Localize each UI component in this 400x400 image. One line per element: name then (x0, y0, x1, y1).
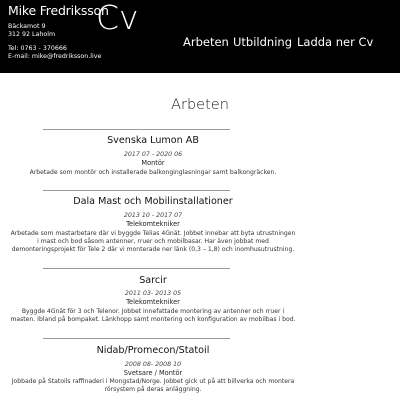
address-line-1: Bäckamot 9 (8, 23, 46, 30)
job-role: Telekomtekniker (126, 220, 180, 228)
divider (43, 129, 230, 130)
job-company: Dala Mast och Mobilinstallationer (73, 196, 233, 207)
job-dates: 2017 07 - 2020 06 (123, 151, 183, 158)
job-description: Jobbade på Statoils raffinaderi i Mongst… (11, 378, 295, 394)
owner-name: Mike Fredriksson (8, 3, 109, 18)
section-title: Arbeten (171, 97, 229, 113)
main-nav: Arbeten Utbildning Ladda ner Cv (0, 35, 400, 51)
job-company: Nidab/Promecon/Statoil (96, 345, 210, 356)
site-header: Mike Fredriksson Cv Bäckamot 9 312 92 La… (0, 0, 400, 73)
job-description: Byggde 4Gnät för 3 och Telenor. Jobbet i… (10, 308, 296, 324)
nav-utbildning[interactable]: Utbildning (233, 35, 292, 49)
job-company: Sarcir (139, 275, 167, 286)
divider (43, 268, 230, 269)
divider (43, 338, 230, 339)
job-role: Montör (141, 159, 165, 167)
job-dates: 2011 03- 2013 05 (124, 290, 182, 297)
job-role: Telekomtekniker (126, 298, 180, 306)
job-description: Arbetade som mastarbetare där vi byggde … (10, 230, 296, 254)
nav-ladda-ner-cv[interactable]: Ladda ner Cv (297, 35, 373, 49)
cv-logo: Cv (96, 0, 139, 37)
job-dates: 2008 08- 2008 10 (124, 361, 182, 368)
job-dates: 2013 10 - 2017 07 (123, 212, 183, 219)
job-role: Svetsare / Montör (123, 369, 183, 377)
email-address: E-mail: mike@fredriksson.live (8, 53, 102, 60)
job-description: Arbetade som montör och installerade bal… (29, 169, 277, 176)
divider (43, 190, 230, 191)
job-company: Svenska Lumon AB (107, 135, 199, 146)
nav-arbeten[interactable]: Arbeten (183, 35, 229, 49)
